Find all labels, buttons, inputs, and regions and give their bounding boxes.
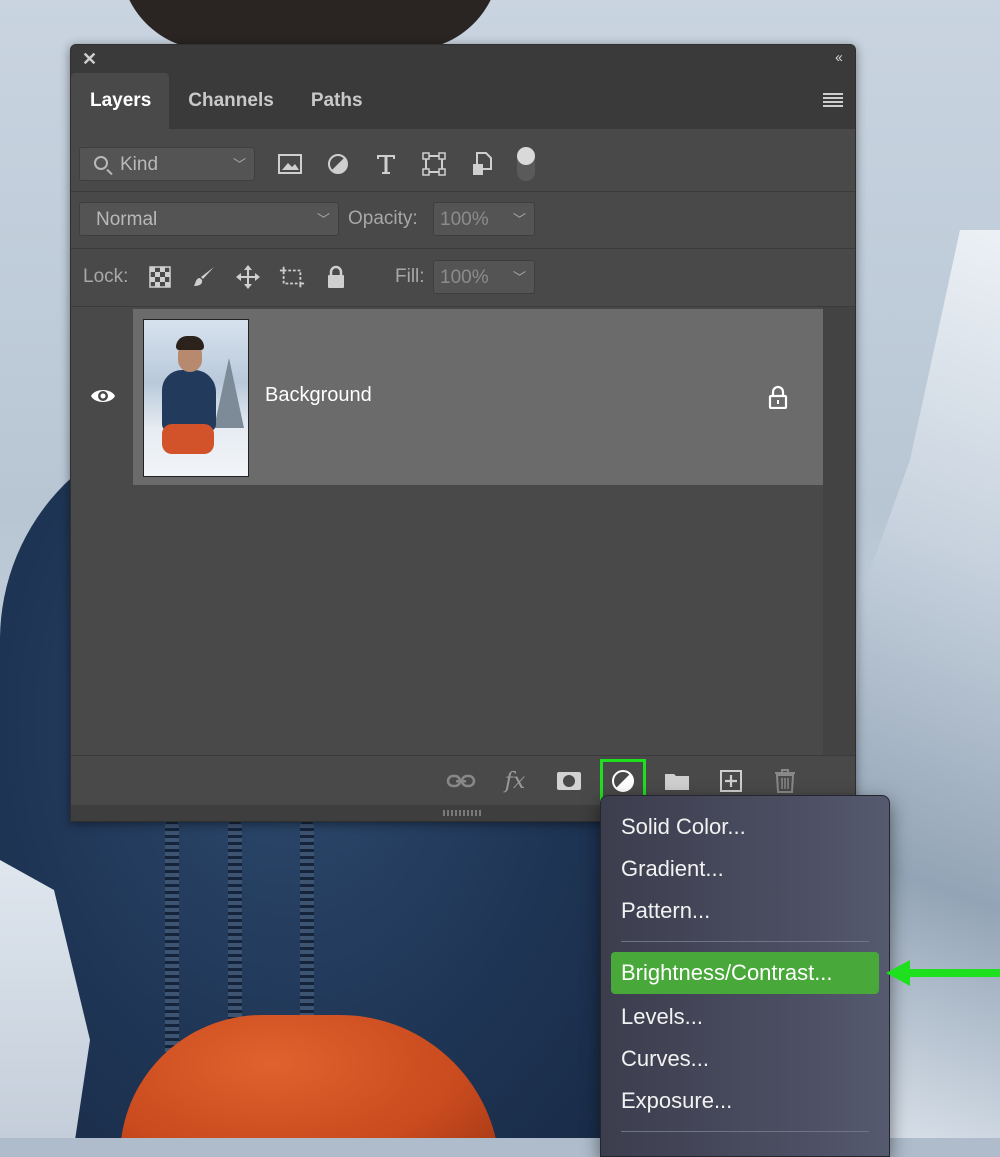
layer-thumbnail bbox=[143, 319, 249, 477]
menu-separator bbox=[621, 941, 869, 942]
blend-row: Normal ﹀ Opacity: 100% ﹀ bbox=[71, 192, 855, 249]
resize-grip[interactable] bbox=[443, 810, 481, 816]
menu-item-exposure[interactable]: Exposure... bbox=[611, 1080, 879, 1122]
tab-channels[interactable]: Channels bbox=[169, 73, 292, 129]
menu-item-curves[interactable]: Curves... bbox=[611, 1038, 879, 1080]
link-icon[interactable] bbox=[445, 766, 477, 796]
layer-list-scrollbar[interactable] bbox=[823, 307, 855, 755]
fx-glyph: fx bbox=[504, 768, 526, 794]
image-filter-icon[interactable] bbox=[277, 151, 303, 177]
collapse-icon[interactable]: ‹‹ bbox=[835, 49, 843, 66]
thumbnail-hair bbox=[176, 336, 204, 350]
menu-item-brightness-contrast[interactable]: Brightness/Contrast... bbox=[611, 952, 879, 994]
filter-toggle[interactable] bbox=[517, 147, 535, 181]
menu-item-levels[interactable]: Levels... bbox=[611, 996, 879, 1038]
filter-row: Kind ﹀ bbox=[71, 135, 855, 192]
shape-filter-icon[interactable] bbox=[421, 151, 447, 177]
menu-item-gradient[interactable]: Gradient... bbox=[611, 848, 879, 890]
mask-icon[interactable] bbox=[553, 766, 585, 796]
lock-transparent-icon[interactable] bbox=[147, 264, 173, 290]
fx-icon[interactable]: fx bbox=[499, 766, 531, 796]
thumbnail-jacket bbox=[162, 370, 216, 432]
eye-icon[interactable] bbox=[89, 385, 117, 407]
thumbnail-pants bbox=[162, 424, 214, 454]
lock-icons bbox=[147, 264, 349, 290]
panel-tabs: Layers Channels Paths bbox=[71, 73, 855, 129]
arrow-icon bbox=[886, 960, 1000, 986]
layer-list: Background bbox=[71, 307, 823, 755]
lock-label: Lock: bbox=[83, 266, 129, 287]
chevron-down-icon[interactable]: ﹀ bbox=[513, 203, 526, 237]
lock-paint-icon[interactable] bbox=[191, 264, 217, 290]
kind-label: Kind bbox=[120, 154, 159, 175]
smart-object-filter-icon[interactable] bbox=[469, 151, 495, 177]
menu-separator bbox=[621, 1131, 869, 1132]
fill-value: 100% bbox=[440, 267, 489, 288]
hair bbox=[120, 0, 500, 50]
chevron-down-icon: ﹀ bbox=[316, 212, 330, 227]
thumbnail-mountain bbox=[214, 358, 244, 428]
menu-item-solid-color[interactable]: Solid Color... bbox=[611, 806, 879, 848]
blend-mode-select[interactable]: Normal ﹀ bbox=[79, 202, 339, 236]
tab-paths[interactable]: Paths bbox=[292, 73, 381, 129]
close-icon[interactable]: ✕ bbox=[82, 49, 97, 70]
lock-artboard-icon[interactable] bbox=[279, 264, 305, 290]
lock-position-icon[interactable] bbox=[235, 264, 261, 290]
layer-row-background[interactable]: Background bbox=[133, 309, 823, 485]
folder-icon[interactable] bbox=[661, 766, 693, 796]
lock-row: Lock: Fill: 100% ﹀ bbox=[71, 248, 855, 307]
filter-icons bbox=[277, 151, 495, 177]
chevron-down-icon: ﹀ bbox=[232, 157, 246, 172]
opacity-label: Opacity: bbox=[348, 208, 418, 229]
lock-icon[interactable] bbox=[767, 385, 789, 410]
fill-label: Fill: bbox=[395, 266, 425, 287]
kind-filter-select[interactable]: Kind ﹀ bbox=[79, 147, 255, 181]
type-filter-icon[interactable] bbox=[373, 151, 399, 177]
search-icon bbox=[94, 156, 108, 170]
panel-titlebar[interactable]: ✕ ‹‹ bbox=[71, 45, 855, 73]
adjustment-layer-icon[interactable] bbox=[600, 759, 646, 803]
blend-mode-value: Normal bbox=[96, 209, 158, 230]
footer-icons: fx bbox=[445, 759, 801, 803]
layer-name[interactable]: Background bbox=[265, 384, 372, 407]
opacity-value: 100% bbox=[440, 209, 489, 230]
chevron-down-icon[interactable]: ﹀ bbox=[513, 261, 526, 295]
menu-item-pattern[interactable]: Pattern... bbox=[611, 890, 879, 932]
trash-icon[interactable] bbox=[769, 766, 801, 796]
layers-panel: ✕ ‹‹ Layers Channels Paths Kind ﹀ Normal… bbox=[70, 44, 856, 822]
lock-all-icon[interactable] bbox=[323, 264, 349, 290]
tab-layers[interactable]: Layers bbox=[71, 73, 170, 129]
fill-field[interactable]: 100% ﹀ bbox=[433, 260, 535, 294]
adjustment-filter-icon[interactable] bbox=[325, 151, 351, 177]
adjustment-menu: Solid Color... Gradient... Pattern... Br… bbox=[600, 795, 890, 1157]
panel-menu-icon[interactable] bbox=[823, 93, 843, 107]
new-layer-icon[interactable] bbox=[715, 766, 747, 796]
opacity-field[interactable]: 100% ﹀ bbox=[433, 202, 535, 236]
